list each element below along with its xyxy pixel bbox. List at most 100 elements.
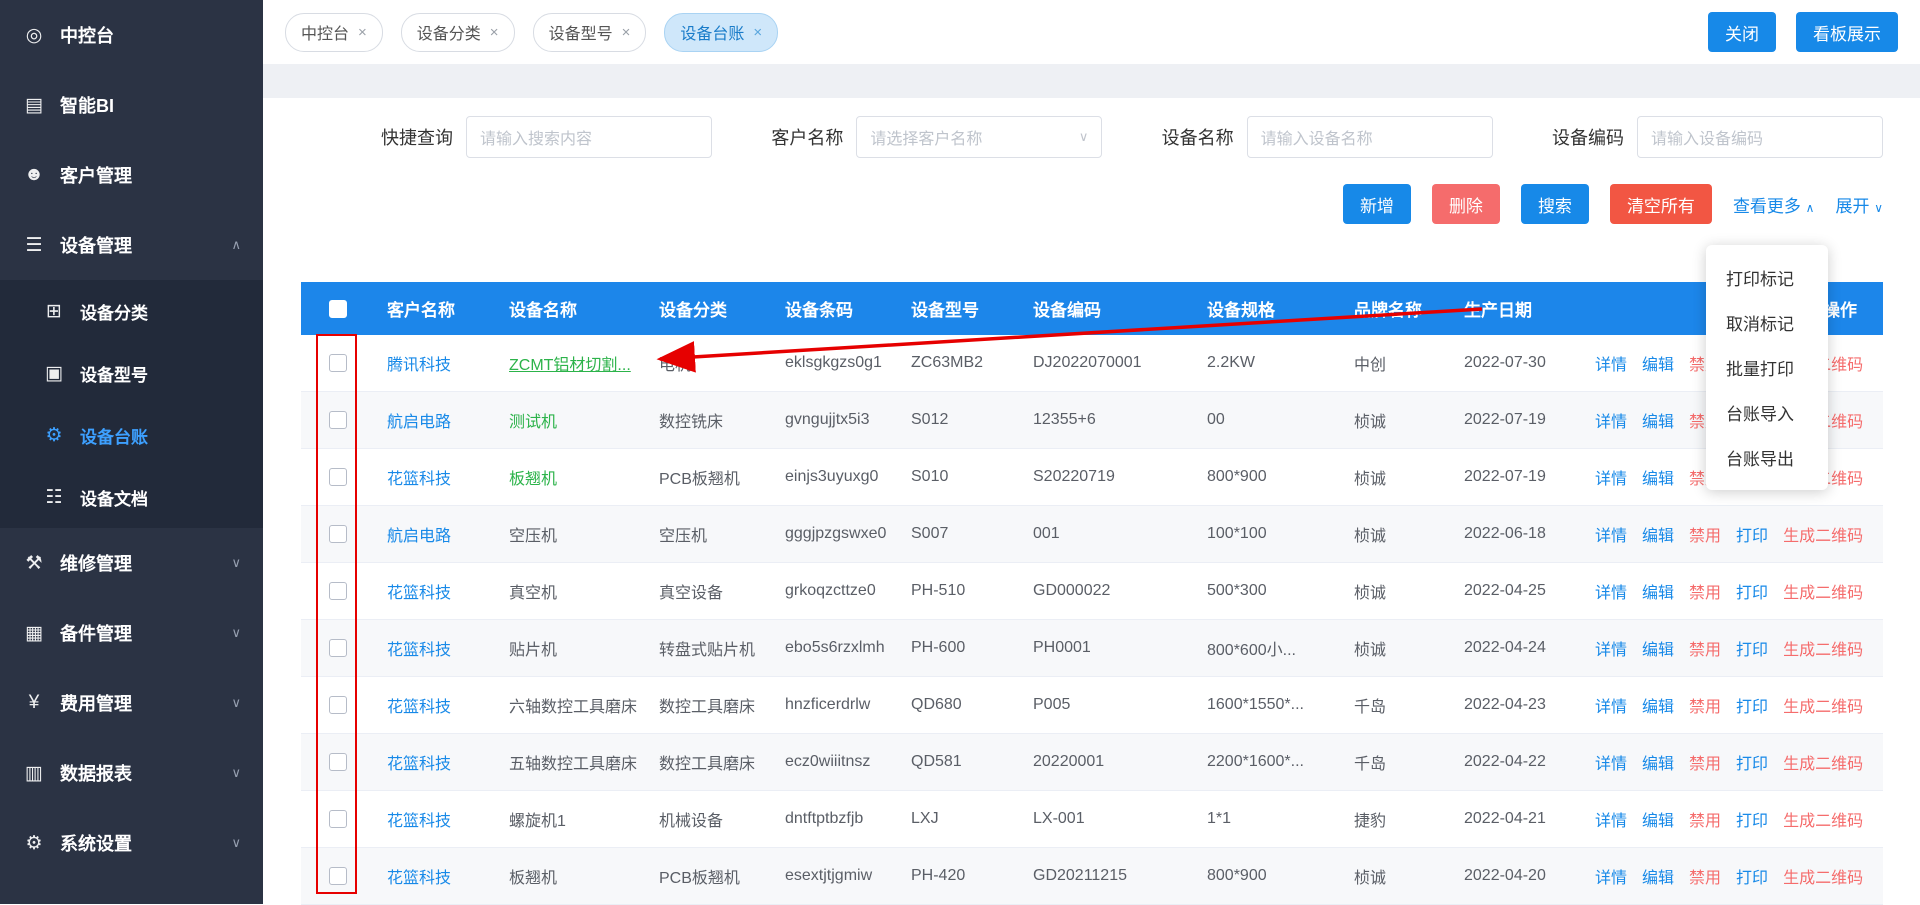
customer-name-link[interactable]: 花篮科技	[375, 579, 497, 603]
clear-all-button[interactable]: 清空所有	[1610, 184, 1712, 224]
action-print[interactable]: 打印	[1736, 522, 1768, 546]
row-checkbox[interactable]	[329, 753, 347, 771]
device-code-input[interactable]: 请输入设备编码	[1637, 116, 1883, 158]
view-more-link[interactable]: 查看更多 ∧	[1733, 192, 1815, 217]
action-detail[interactable]: 详情	[1595, 807, 1627, 831]
action-edit[interactable]: 编辑	[1642, 579, 1674, 603]
sidebar-item-console[interactable]: ◎中控台	[0, 0, 263, 70]
close-icon[interactable]: ×	[358, 24, 367, 41]
action-generate-qrcode[interactable]: 生成二维码	[1783, 522, 1863, 546]
menu-item-print-mark[interactable]: 打印标记	[1706, 255, 1828, 300]
close-page-button[interactable]: 关闭	[1708, 12, 1776, 52]
action-detail[interactable]: 详情	[1595, 693, 1627, 717]
action-disable[interactable]: 禁用	[1689, 864, 1721, 888]
search-button[interactable]: 搜索	[1521, 184, 1589, 224]
action-disable[interactable]: 禁用	[1689, 579, 1721, 603]
action-print[interactable]: 打印	[1736, 579, 1768, 603]
action-print[interactable]: 打印	[1736, 636, 1768, 660]
row-checkbox[interactable]	[329, 696, 347, 714]
sidebar-item-device-ledger[interactable]: ⚙设备台账	[0, 404, 263, 466]
action-edit[interactable]: 编辑	[1642, 750, 1674, 774]
device-name-input[interactable]: 请输入设备名称	[1247, 116, 1493, 158]
action-detail[interactable]: 详情	[1595, 864, 1627, 888]
sidebar-item-device-model[interactable]: ▣设备型号	[0, 342, 263, 404]
action-generate-qrcode[interactable]: 生成二维码	[1783, 579, 1863, 603]
action-print[interactable]: 打印	[1736, 807, 1768, 831]
action-disable[interactable]: 禁用	[1689, 807, 1721, 831]
action-print[interactable]: 打印	[1736, 864, 1768, 888]
action-generate-qrcode[interactable]: 生成二维码	[1783, 864, 1863, 888]
row-checkbox[interactable]	[329, 867, 347, 885]
sidebar-item-customer-management[interactable]: ☻客户管理	[0, 140, 263, 210]
row-checkbox[interactable]	[329, 582, 347, 600]
action-detail[interactable]: 详情	[1595, 636, 1627, 660]
sidebar-item-bi[interactable]: ▤智能BI	[0, 70, 263, 140]
customer-name-link[interactable]: 花篮科技	[375, 636, 497, 660]
menu-item-cancel-mark[interactable]: 取消标记	[1706, 300, 1828, 345]
expand-link[interactable]: 展开 ∨	[1835, 192, 1883, 217]
close-icon[interactable]: ×	[622, 24, 631, 41]
row-checkbox[interactable]	[329, 639, 347, 657]
action-edit[interactable]: 编辑	[1642, 693, 1674, 717]
action-edit[interactable]: 编辑	[1642, 864, 1674, 888]
row-checkbox[interactable]	[329, 468, 347, 486]
tab-device-category[interactable]: 设备分类×	[401, 13, 515, 52]
sidebar-item-maintenance-management[interactable]: ⚒维修管理∨	[0, 528, 263, 598]
sidebar-item-device-management[interactable]: ☰设备管理∧	[0, 210, 263, 280]
sidebar-item-fee-management[interactable]: ¥费用管理∨	[0, 668, 263, 738]
action-edit[interactable]: 编辑	[1642, 636, 1674, 660]
action-edit[interactable]: 编辑	[1642, 522, 1674, 546]
action-edit[interactable]: 编辑	[1642, 465, 1674, 489]
row-checkbox[interactable]	[329, 810, 347, 828]
row-checkbox[interactable]	[329, 525, 347, 543]
customer-name-link[interactable]: 花篮科技	[375, 750, 497, 774]
customer-name-link[interactable]: 航启电路	[375, 408, 497, 432]
tab-device-model[interactable]: 设备型号×	[533, 13, 647, 52]
action-generate-qrcode[interactable]: 生成二维码	[1783, 750, 1863, 774]
action-edit[interactable]: 编辑	[1642, 807, 1674, 831]
action-detail[interactable]: 详情	[1595, 408, 1627, 432]
customer-name-link[interactable]: 腾讯科技	[375, 351, 497, 375]
customer-name-link[interactable]: 花篮科技	[375, 864, 497, 888]
action-detail[interactable]: 详情	[1595, 351, 1627, 375]
action-print[interactable]: 打印	[1736, 750, 1768, 774]
close-icon[interactable]: ×	[753, 24, 762, 41]
customer-name-select[interactable]: 请选择客户名称∨	[856, 116, 1102, 158]
device-name-link[interactable]: ZCMT铝材切割...	[497, 351, 647, 375]
action-generate-qrcode[interactable]: 生成二维码	[1783, 636, 1863, 660]
action-disable[interactable]: 禁用	[1689, 750, 1721, 774]
sidebar-item-device-docs[interactable]: ☷设备文档	[0, 466, 263, 528]
action-generate-qrcode[interactable]: 生成二维码	[1783, 693, 1863, 717]
device-name-link[interactable]: 测试机	[497, 408, 647, 432]
action-generate-qrcode[interactable]: 生成二维码	[1783, 807, 1863, 831]
action-detail[interactable]: 详情	[1595, 579, 1627, 603]
row-checkbox[interactable]	[329, 411, 347, 429]
menu-item-ledger-import[interactable]: 台账导入	[1706, 390, 1828, 435]
device-name-link[interactable]: 板翘机	[497, 465, 647, 489]
select-all-checkbox[interactable]	[329, 300, 347, 318]
row-checkbox[interactable]	[329, 354, 347, 372]
customer-name-link[interactable]: 航启电路	[375, 522, 497, 546]
menu-item-ledger-export[interactable]: 台账导出	[1706, 435, 1828, 480]
sidebar-item-data-reports[interactable]: ▥数据报表∨	[0, 738, 263, 808]
sidebar-item-system-settings[interactable]: ⚙系统设置∨	[0, 808, 263, 878]
tab-device-ledger[interactable]: 设备台账×	[664, 13, 778, 52]
action-print[interactable]: 打印	[1736, 693, 1768, 717]
delete-button[interactable]: 删除	[1432, 184, 1500, 224]
action-detail[interactable]: 详情	[1595, 750, 1627, 774]
action-edit[interactable]: 编辑	[1642, 408, 1674, 432]
quick-search-input[interactable]: 请输入搜索内容	[466, 116, 712, 158]
customer-name-link[interactable]: 花篮科技	[375, 807, 497, 831]
customer-name-link[interactable]: 花篮科技	[375, 465, 497, 489]
action-detail[interactable]: 详情	[1595, 522, 1627, 546]
action-detail[interactable]: 详情	[1595, 465, 1627, 489]
action-edit[interactable]: 编辑	[1642, 351, 1674, 375]
sidebar-item-device-category[interactable]: ⊞设备分类	[0, 280, 263, 342]
action-disable[interactable]: 禁用	[1689, 522, 1721, 546]
menu-item-batch-print[interactable]: 批量打印	[1706, 345, 1828, 390]
tab-console[interactable]: 中控台×	[285, 13, 383, 52]
sidebar-item-spare-parts-management[interactable]: ▦备件管理∨	[0, 598, 263, 668]
action-disable[interactable]: 禁用	[1689, 636, 1721, 660]
board-display-button[interactable]: 看板展示	[1796, 12, 1898, 52]
close-icon[interactable]: ×	[490, 24, 499, 41]
